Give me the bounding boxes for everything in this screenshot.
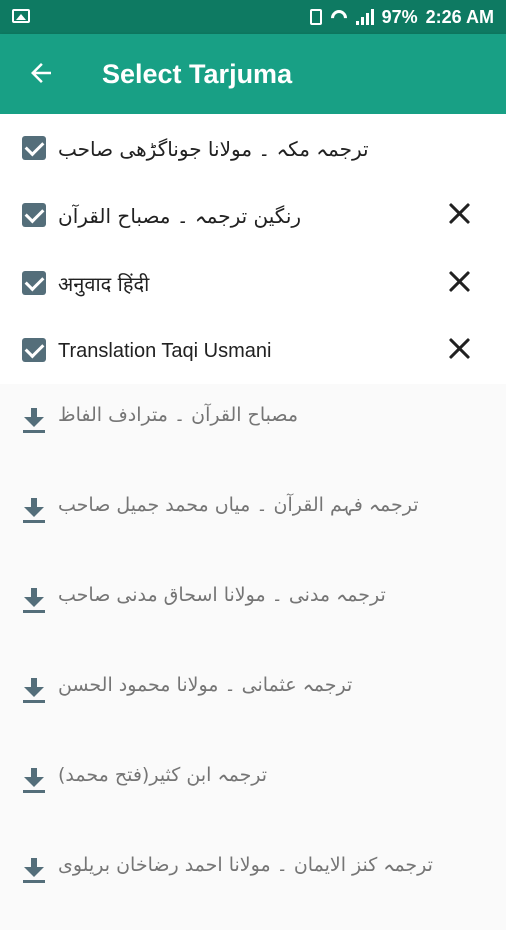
translation-label: ترجمہ عثمانی ۔ مولانا محمود الحسن	[58, 674, 353, 696]
translation-label: رنگین ترجمہ ۔ مصباح القرآن	[58, 204, 302, 228]
wifi-icon	[330, 10, 348, 24]
translation-label: ترجمہ کنز الایمان ۔ مولانا احمد رضاخان ب…	[58, 854, 433, 876]
downloadable-translation-item[interactable]: ترجمہ ابن کثیر(فتح محمد)	[0, 750, 506, 840]
translation-label: ترجمہ ابن کثیر(فتح محمد)	[58, 764, 268, 786]
downloadable-translation-item[interactable]: ترجمہ عثمانی ۔ مولانا محمود الحسن	[0, 660, 506, 750]
translation-label: ترجمہ فہم القرآن ۔ میاں محمد جمیل صاحب	[58, 494, 419, 516]
selected-translation-row[interactable]: رنگین ترجمہ ۔ مصباح القرآن	[0, 181, 506, 247]
download-icon[interactable]	[22, 678, 46, 704]
downloadable-translation-item[interactable]: مصباح القرآن ۔ مترادف الفاظ	[0, 390, 506, 480]
page-title: Select Tarjuma	[102, 59, 293, 89]
downloadable-translation-item[interactable]: ترجمہ فہم القرآن ۔ میاں محمد جمیل صاحب	[0, 480, 506, 570]
arrow-back-icon[interactable]	[26, 58, 56, 88]
downloadable-translation-item[interactable]: ترجمہ کنز الایمان ۔ مولانا احمد رضاخان ب…	[0, 840, 506, 930]
download-icon[interactable]	[22, 498, 46, 524]
checkbox-checked-icon[interactable]	[22, 136, 46, 160]
download-icon[interactable]	[22, 858, 46, 884]
clock: 2:26 AM	[425, 6, 494, 27]
selected-translation-row[interactable]: ترجمہ مکہ ۔ مولانا جوناگڑھی صاحب	[0, 114, 506, 180]
checkbox-checked-icon[interactable]	[22, 271, 46, 295]
translation-label: ترجمہ مدنی ۔ مولانا اسحاق مدنی صاحب	[58, 584, 386, 606]
selected-translation-row[interactable]: अनुवाद हिंदी	[0, 249, 506, 315]
downloadable-translation-item[interactable]: ترجمہ مدنی ۔ مولانا اسحاق مدنی صاحب	[0, 570, 506, 660]
image-icon	[12, 9, 30, 23]
selected-translations-list: ترجمہ مکہ ۔ مولانا جوناگڑھی صاحب رنگین ت…	[0, 114, 506, 384]
battery-percent: 97%	[381, 6, 418, 27]
translation-label: مصباح القرآن ۔ مترادف الفاظ	[58, 404, 298, 426]
download-icon[interactable]	[22, 588, 46, 614]
download-icon[interactable]	[22, 408, 46, 434]
close-icon[interactable]	[447, 201, 471, 225]
translation-label: ترجمہ مکہ ۔ مولانا جوناگڑھی صاحب	[58, 137, 369, 161]
checkbox-checked-icon[interactable]	[22, 203, 46, 227]
app-bar: Select Tarjuma	[0, 34, 506, 114]
status-indicators: 97% 2:26 AM	[309, 0, 494, 34]
checkbox-checked-icon[interactable]	[22, 338, 46, 362]
download-icon[interactable]	[22, 768, 46, 794]
signal-icon	[355, 9, 374, 25]
status-bar: 97% 2:26 AM	[0, 0, 506, 34]
selected-translation-row[interactable]: Translation Taqi Usmani	[0, 316, 506, 382]
translation-label: अनुवाद हिंदी	[58, 272, 150, 296]
sim-icon	[309, 9, 322, 25]
translation-label: Translation Taqi Usmani	[58, 340, 272, 362]
close-icon[interactable]	[447, 336, 471, 360]
close-icon[interactable]	[447, 269, 471, 293]
